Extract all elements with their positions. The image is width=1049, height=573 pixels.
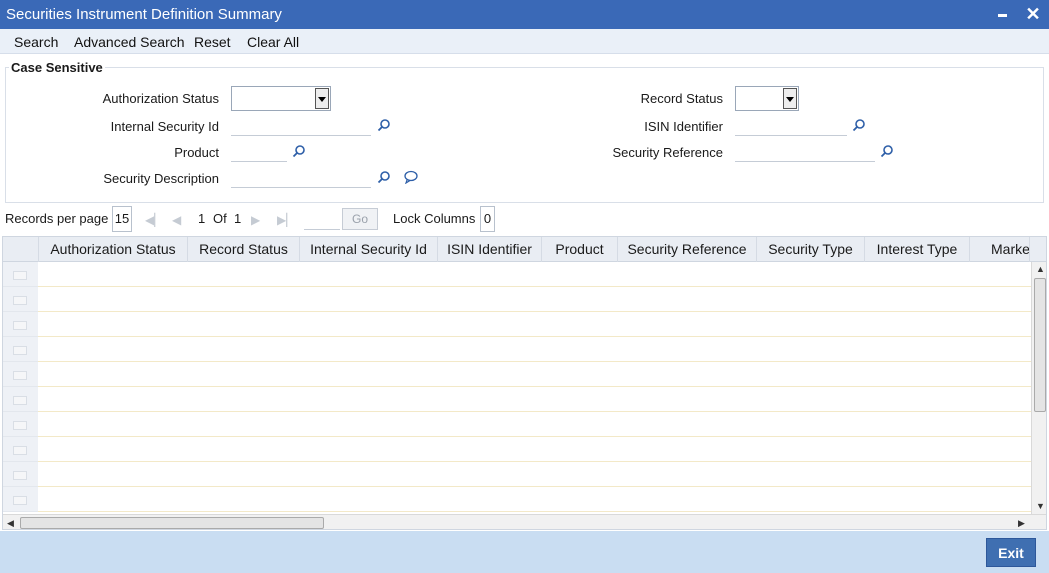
first-page-icon[interactable]: ◀▏	[145, 213, 163, 227]
search-icon[interactable]	[880, 144, 894, 158]
table-row[interactable]	[38, 362, 1031, 387]
isin-identifier-label: ISIN Identifier	[644, 119, 723, 134]
total-pages: 1	[234, 211, 242, 226]
row-selector[interactable]	[3, 462, 38, 487]
record-status-label: Record Status	[640, 91, 723, 106]
window-title: Securities Instrument Definition Summary	[6, 6, 282, 23]
exit-button[interactable]: Exit	[986, 538, 1036, 567]
horizontal-scroll-thumb[interactable]	[20, 517, 324, 529]
column-header[interactable]: Internal Security Id	[300, 237, 438, 262]
table-row[interactable]	[38, 262, 1031, 287]
row-selector[interactable]	[3, 437, 38, 462]
row-selector[interactable]	[3, 412, 38, 437]
table-row[interactable]	[38, 287, 1031, 312]
horizontal-scrollbar[interactable]: ◀ ▶	[3, 514, 1046, 529]
search-icon[interactable]	[377, 118, 391, 132]
chevron-down-icon[interactable]	[783, 88, 797, 109]
current-page: 1	[198, 211, 206, 226]
table-row[interactable]	[38, 437, 1031, 462]
column-header[interactable]: ISIN Identifier	[438, 237, 542, 262]
comment-icon[interactable]	[404, 170, 418, 184]
vertical-scroll-thumb[interactable]	[1034, 278, 1046, 412]
lock-columns-input[interactable]: 0	[480, 206, 495, 232]
table-row[interactable]	[38, 312, 1031, 337]
table-row[interactable]	[38, 462, 1031, 487]
records-per-page-input[interactable]: 15	[112, 206, 132, 232]
close-button[interactable]: ✕	[1022, 0, 1044, 29]
column-header[interactable]: Interest Type	[865, 237, 970, 262]
product-input[interactable]	[231, 140, 287, 162]
authorization-status-select[interactable]	[231, 86, 331, 111]
table-row[interactable]	[38, 487, 1031, 512]
results-grid: Authorization Status Record Status Inter…	[2, 236, 1047, 530]
column-header[interactable]: Authorization Status	[39, 237, 188, 262]
last-page-icon[interactable]: ▶▏	[277, 213, 295, 227]
minimize-button[interactable]	[992, 0, 1014, 29]
go-to-page-input[interactable]	[304, 208, 340, 230]
record-status-select[interactable]	[735, 86, 799, 111]
search-button[interactable]: Search	[14, 34, 58, 50]
select-all-header[interactable]	[3, 237, 39, 262]
case-sensitive-legend: Case Sensitive	[9, 60, 105, 75]
column-header[interactable]: Market	[970, 237, 1030, 262]
row-selector[interactable]	[3, 487, 38, 512]
row-selector[interactable]	[3, 362, 38, 387]
previous-page-icon[interactable]: ◀	[172, 213, 181, 227]
isin-identifier-input[interactable]	[735, 114, 847, 136]
scroll-up-icon[interactable]: ▲	[1036, 264, 1045, 274]
table-row[interactable]	[38, 387, 1031, 412]
of-label: Of	[213, 211, 227, 226]
scroll-right-icon[interactable]: ▶	[1018, 518, 1025, 529]
grid-header: Authorization Status Record Status Inter…	[3, 237, 1046, 262]
row-selector[interactable]	[3, 312, 38, 337]
go-button[interactable]: Go	[342, 208, 378, 230]
row-selector[interactable]	[3, 262, 38, 287]
security-reference-input[interactable]	[735, 140, 875, 162]
row-selector[interactable]	[3, 287, 38, 312]
vertical-scrollbar[interactable]: ▲ ▼	[1031, 262, 1046, 514]
row-selector[interactable]	[3, 387, 38, 412]
clear-all-button[interactable]: Clear All	[247, 34, 299, 50]
column-header[interactable]: Security Reference	[618, 237, 757, 262]
search-icon[interactable]	[377, 170, 391, 184]
column-header[interactable]: Record Status	[188, 237, 300, 262]
security-description-label: Security Description	[103, 171, 219, 186]
scroll-left-icon[interactable]: ◀	[7, 518, 14, 529]
product-label: Product	[174, 145, 219, 160]
table-row[interactable]	[38, 412, 1031, 437]
search-icon[interactable]	[292, 144, 306, 158]
toolbar: Search Advanced Search Reset Clear All	[0, 29, 1049, 54]
internal-security-id-label: Internal Security Id	[110, 119, 219, 134]
column-header[interactable]: Product	[542, 237, 618, 262]
internal-security-id-input[interactable]	[231, 114, 371, 136]
advanced-search-button[interactable]: Advanced Search	[74, 34, 185, 50]
column-header[interactable]: Security Type	[757, 237, 865, 262]
chevron-down-icon[interactable]	[315, 88, 329, 109]
authorization-status-label: Authorization Status	[102, 91, 219, 106]
records-per-page-label: Records per page	[5, 211, 109, 226]
security-description-input[interactable]	[231, 166, 371, 188]
footer-bar	[0, 531, 1049, 573]
next-page-icon[interactable]: ▶	[251, 213, 260, 227]
pagination-bar: Records per page 15 ◀▏ ◀ 1 Of 1 ▶ ▶▏ Go …	[0, 206, 1049, 232]
row-selector[interactable]	[3, 337, 38, 362]
security-reference-label: Security Reference	[612, 145, 723, 160]
scroll-down-icon[interactable]: ▼	[1036, 501, 1045, 511]
search-icon[interactable]	[852, 118, 866, 132]
lock-columns-label: Lock Columns	[393, 211, 476, 226]
table-row[interactable]	[38, 337, 1031, 362]
reset-button[interactable]: Reset	[194, 34, 231, 50]
title-bar: Securities Instrument Definition Summary…	[0, 0, 1049, 29]
